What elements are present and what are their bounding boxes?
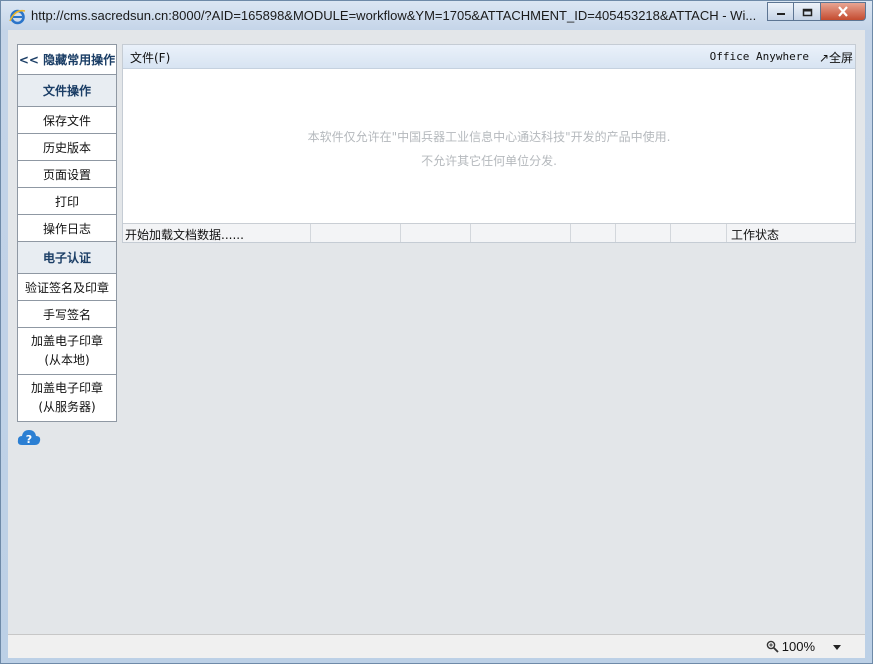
minimize-button[interactable] [767,2,794,21]
esign-header: 电子认证 [17,242,117,274]
zoom-control[interactable]: 100% [766,639,815,654]
stamp-server-source: (从服务器) [38,400,96,414]
handwritten-signature-label: 手写签名 [42,307,91,322]
restore-button[interactable] [794,2,821,21]
help-icon[interactable]: ? [17,427,41,447]
stamp-server-label: 加盖电子印章 [30,381,103,395]
status-cell-empty [571,224,616,242]
editor-menubar: 文件(F) Office Anywhere ↗全屏 [123,45,855,69]
verify-signature-label: 验证签名及印章 [24,280,109,295]
file-menu[interactable]: 文件(F) [130,49,170,66]
ie-icon [9,9,26,25]
zoom-level: 100% [781,639,815,654]
file-ops-header: 文件操作 [17,75,117,107]
title-bar: http://cms.sacredsun.cn:8000/?AID=165898… [1,1,872,31]
esign-header-label: 电子认证 [42,251,91,265]
editor-statusbar: 开始加载文档数据...... 工作状态 [123,223,855,242]
print-label: 打印 [54,194,79,209]
print-button[interactable]: 打印 [17,188,117,215]
brand-label: Office Anywhere [709,50,809,63]
stamp-local-source: (从本地) [44,353,90,367]
hide-actions-label: << 隐藏常用操作 [18,53,116,67]
status-cell-empty [671,224,727,242]
svg-text:?: ? [26,433,32,446]
close-button[interactable] [821,2,866,21]
status-work-state: 工作状态 [731,228,780,242]
window-controls [767,2,866,22]
license-notice-line1: 本软件仅允许在"中国兵器工业信息中心通达科技"开发的产品中使用. [307,130,671,144]
browser-statusbar: 100% [8,634,865,658]
minimize-icon [776,12,785,15]
hide-actions-toggle[interactable]: << 隐藏常用操作 [17,44,117,75]
save-file-button[interactable]: 保存文件 [17,107,117,134]
stamp-local-label: 加盖电子印章 [30,334,103,348]
history-version-button[interactable]: 历史版本 [17,134,117,161]
restore-icon [802,8,812,16]
license-notice-line2: 不允许其它任何单位分发. [421,154,557,168]
stamp-local-button[interactable]: 加盖电子印章 (从本地) [17,328,117,375]
page-setup-button[interactable]: 页面设置 [17,161,117,188]
fullscreen-button[interactable]: ↗全屏 [819,49,853,66]
save-file-label: 保存文件 [42,113,91,128]
office-editor: 文件(F) Office Anywhere ↗全屏 本软件仅允许在"中国兵器工业… [122,44,856,243]
file-ops-header-label: 文件操作 [42,84,91,98]
operation-log-label: 操作日志 [42,221,91,236]
status-cell-empty [616,224,671,242]
page-client-area: << 隐藏常用操作 文件操作 保存文件 历史版本 页面设置 打印 操作日志 电子… [8,30,865,634]
common-actions-panel: << 隐藏常用操作 文件操作 保存文件 历史版本 页面设置 打印 操作日志 电子… [17,44,117,422]
status-cell-empty [311,224,401,242]
zoom-icon [766,640,779,653]
status-loading: 开始加载文档数据...... [123,224,311,242]
license-notice: 本软件仅允许在"中国兵器工业信息中心通达科技"开发的产品中使用. 不允许其它任何… [123,125,855,173]
page-setup-label: 页面设置 [42,167,91,182]
window-title: http://cms.sacredsun.cn:8000/?AID=165898… [31,8,757,23]
operation-log-button[interactable]: 操作日志 [17,215,117,242]
status-cell-empty [471,224,571,242]
history-version-label: 历史版本 [42,140,91,155]
close-icon [838,6,848,17]
stamp-server-button[interactable]: 加盖电子印章 (从服务器) [17,375,117,422]
verify-signature-button[interactable]: 验证签名及印章 [17,274,117,301]
chevron-down-icon[interactable] [833,645,841,650]
handwritten-signature-button[interactable]: 手写签名 [17,301,117,328]
status-cell-empty [401,224,471,242]
